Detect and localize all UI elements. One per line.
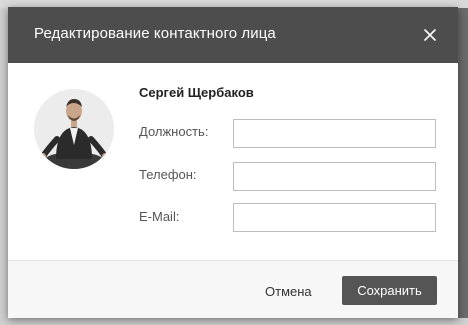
- contact-name: Сергей Щербаков: [139, 85, 254, 100]
- email-label: E-Mail:: [139, 209, 180, 224]
- dialog-footer: Отмена Сохранить: [8, 260, 458, 318]
- dialog-header: Редактирование контактного лица: [8, 7, 458, 63]
- dialog-title: Редактирование контактного лица: [34, 25, 276, 42]
- person-avatar-icon: [34, 89, 114, 169]
- cancel-button[interactable]: Отмена: [265, 284, 312, 299]
- save-button[interactable]: Сохранить: [342, 276, 437, 305]
- phone-label: Телефон:: [139, 167, 197, 182]
- close-icon: [424, 29, 436, 41]
- position-input[interactable]: [233, 119, 436, 148]
- email-input[interactable]: [233, 203, 436, 232]
- background-page-bottom: [0, 318, 468, 325]
- background-page-left: [0, 8, 8, 325]
- edit-contact-dialog: Редактирование контактного лица Сергей Щ…: [8, 7, 458, 318]
- avatar: [34, 89, 114, 169]
- close-button[interactable]: [420, 25, 440, 45]
- phone-input[interactable]: [233, 162, 436, 191]
- position-label: Должность:: [139, 124, 209, 139]
